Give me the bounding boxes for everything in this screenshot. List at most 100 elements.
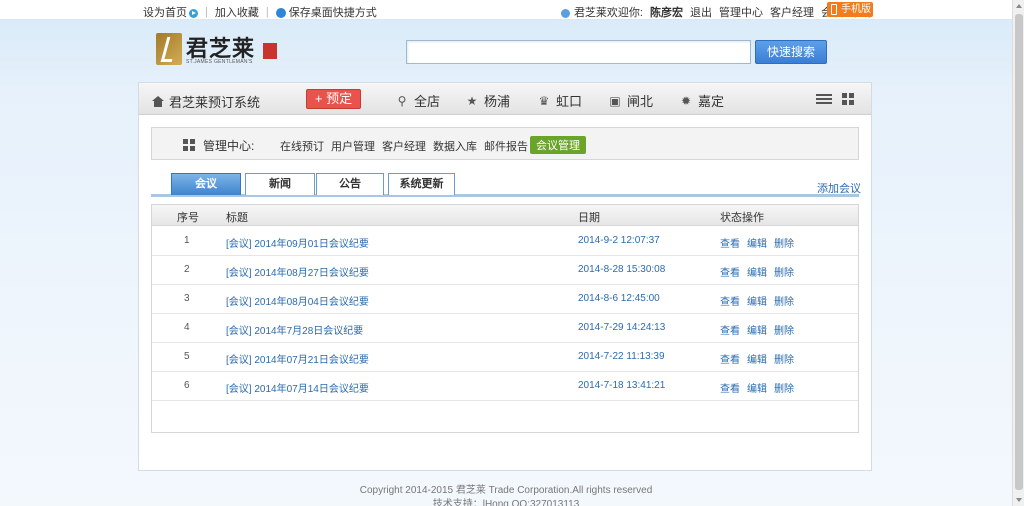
row-title-link[interactable]: [会议] 2014年07月21日会议纪要 [226,351,369,366]
store-navbar: 君芝莱预订系统 + 预定 ⚲ 全店 ★ 杨浦 ♛ 虹口 ▣ 闸北 ✹ 嘉定 [139,83,871,115]
save-shortcut-link[interactable]: 保存桌面快捷方式 [275,4,377,20]
arrow-icon [189,8,198,18]
row-date: 2014-7-18 13:41:21 [578,380,666,391]
edit-link[interactable]: 编辑 [747,351,767,366]
user-icon [560,8,570,18]
subnav-email-report[interactable]: 邮件报告 [484,138,528,154]
delete-link[interactable]: 删除 [774,235,794,250]
row-number: 5 [184,351,190,362]
divider: | [265,6,269,18]
tab-meeting[interactable]: 会议 [171,173,241,195]
add-meeting-link[interactable]: 添加会议 [817,180,861,196]
system-home-link[interactable]: 君芝莱预订系统 [152,92,260,111]
logo[interactable]: 君芝莱 ST.JAMES GENTLEMAN'S [156,33,281,69]
tab-announcement[interactable]: 公告 [316,173,384,195]
scroll-down-arrow-icon[interactable] [1016,498,1022,502]
logo-mark-icon [156,33,182,65]
view-link[interactable]: 查看 [720,351,740,366]
grid-view-icon[interactable] [842,93,854,105]
account-manager-link[interactable]: 客户经理 [770,4,814,20]
main-panel: 君芝莱预订系统 + 预定 ⚲ 全店 ★ 杨浦 ♛ 虹口 ▣ 闸北 ✹ 嘉定 管理… [138,82,872,471]
subnav-account-manager[interactable]: 客户经理 [382,138,426,154]
table-row: 4 [会议] 2014年7月28日会议纪要 2014-7-29 14:24:13… [152,314,858,343]
subnav-data-import[interactable]: 数据入库 [433,138,477,154]
mobile-version-button[interactable]: 手机版 [827,2,873,17]
footer-copyright: Copyright 2014-2015 君芝莱 Trade Corporatio… [359,485,653,496]
column-header-title: 标题 [226,212,248,224]
view-link[interactable]: 查看 [720,235,740,250]
row-title-link[interactable]: [会议] 2014年08月04日会议纪要 [226,293,369,308]
store-tab-zhabei[interactable]: ▣ 闸北 [609,91,653,110]
username: 陈彦宏 [650,7,683,19]
quick-search-button[interactable]: 快速搜索 [755,40,827,64]
crown-icon: ♛ [538,93,550,108]
row-number: 3 [184,293,190,304]
store-tab-jiading[interactable]: ✹ 嘉定 [680,91,724,110]
set-homepage-link[interactable]: 设为首页 [143,4,198,20]
top-bar-left: 设为首页 | 加入收藏 | 保存桌面快捷方式 [143,4,384,20]
logo-subtitle: ST.JAMES GENTLEMAN'S [186,59,253,65]
row-number: 4 [184,322,190,333]
row-date: 2014-8-6 12:45:00 [578,293,660,304]
book-button[interactable]: + 预定 [306,89,361,109]
add-favorite-link[interactable]: 加入收藏 [215,4,259,20]
search-input[interactable] [406,40,751,64]
subnav-meeting-management[interactable]: 会议管理 [530,136,586,154]
row-date: 2014-7-22 11:13:39 [578,351,665,362]
row-title-link[interactable]: [会议] 2014年08月27日会议纪要 [226,264,369,279]
delete-link[interactable]: 删除 [774,293,794,308]
list-view-icon[interactable] [816,94,832,105]
home-icon [152,96,164,107]
table-row: 3 [会议] 2014年08月04日会议纪要 2014-8-6 12:45:00… [152,285,858,314]
view-link[interactable]: 查看 [720,293,740,308]
scrollbar-thumb[interactable] [1015,14,1023,490]
top-bar: 设为首页 | 加入收藏 | 保存桌面快捷方式 君芝莱欢迎你: 陈彦宏 退出 管理… [0,0,1012,20]
subnav-user-management[interactable]: 用户管理 [331,138,375,154]
table-row: 6 [会议] 2014年07月14日会议纪要 2014-7-18 13:41:2… [152,372,858,401]
edit-link[interactable]: 编辑 [747,293,767,308]
edit-link[interactable]: 编辑 [747,264,767,279]
content-tabs: 会议 新闻 公告 系统更新 [151,173,859,197]
row-date: 2014-7-29 14:24:13 [578,322,666,333]
scroll-up-arrow-icon[interactable] [1016,4,1022,8]
row-title-link[interactable]: [会议] 2014年09月01日会议纪要 [226,235,369,250]
map-pin-icon: ⚲ [397,93,407,108]
star-icon: ★ [466,93,478,108]
column-header-number: 序号 [177,212,199,224]
picture-icon: ▣ [609,93,621,108]
delete-link[interactable]: 删除 [774,351,794,366]
edit-link[interactable]: 编辑 [747,322,767,337]
divider: | [205,6,208,18]
delete-link[interactable]: 删除 [774,380,794,395]
subnav-online-booking[interactable]: 在线预订 [280,138,324,154]
store-tab-all[interactable]: ⚲ 全店 [396,91,440,110]
phone-icon [831,4,837,15]
row-title-link[interactable]: [会议] 2014年07月14日会议纪要 [226,380,369,395]
column-header-date: 日期 [578,212,600,224]
table-header: 序号 标题 日期 状态操作 [152,205,858,226]
store-tab-hongkou[interactable]: ♛ 虹口 [538,91,582,110]
tab-system-update[interactable]: 系统更新 [388,173,455,195]
row-date: 2014-9-2 12:07:37 [578,235,660,246]
view-link[interactable]: 查看 [720,322,740,337]
row-title-link[interactable]: [会议] 2014年7月28日会议纪要 [226,322,363,337]
view-link[interactable]: 查看 [720,380,740,395]
tab-news[interactable]: 新闻 [245,173,315,195]
admin-center-link[interactable]: 管理中心 [719,4,763,20]
welcome-text: 君芝莱欢迎你: [560,4,643,20]
delete-link[interactable]: 删除 [774,264,794,279]
row-number: 1 [184,235,190,246]
admin-subnav: 管理中心: 在线预订 用户管理 客户经理 数据入库 邮件报告 会议管理 [151,127,859,160]
edit-link[interactable]: 编辑 [747,380,767,395]
dashboard-grid-icon [183,139,195,151]
delete-link[interactable]: 删除 [774,322,794,337]
edit-link[interactable]: 编辑 [747,235,767,250]
logout-link[interactable]: 退出 [690,4,712,20]
browser-icon [275,8,286,19]
row-number: 2 [184,264,190,275]
store-tab-yangpu[interactable]: ★ 杨浦 [466,91,510,110]
view-link[interactable]: 查看 [720,264,740,279]
top-bar-right: 君芝莱欢迎你: 陈彦宏 退出 管理中心 客户经理 会议 帮助 [560,4,872,20]
table-row: 5 [会议] 2014年07月21日会议纪要 2014-7-22 11:13:3… [152,343,858,372]
page-scrollbar[interactable] [1012,0,1024,506]
